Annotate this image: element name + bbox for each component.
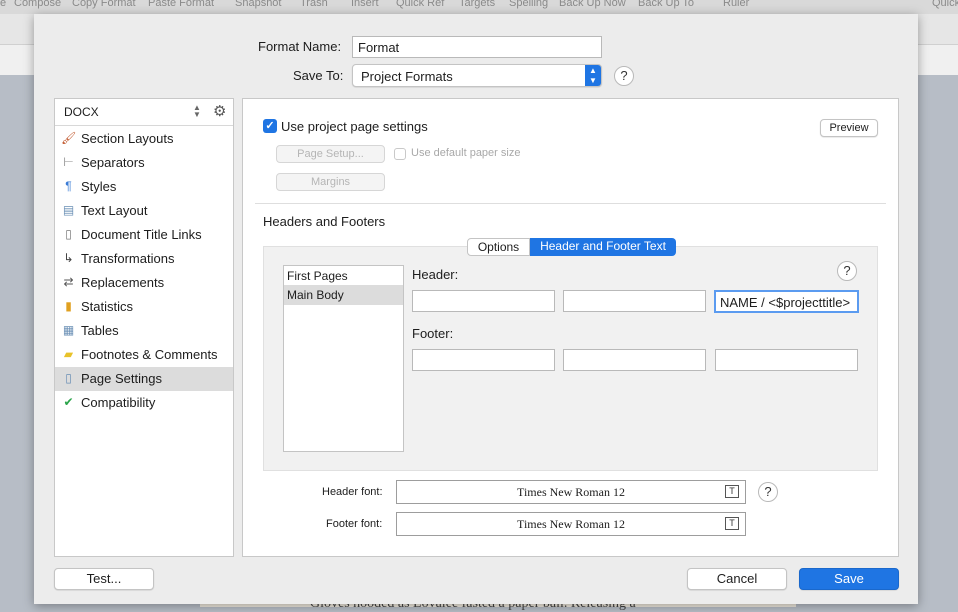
footer-label: Footer: — [412, 326, 454, 341]
background-toolbar: e Compose Copy Format Paste Format Snapshot T… — [0, 0, 958, 14]
pages-list: First Pages Main Body — [283, 265, 404, 452]
cancel-button[interactable]: Cancel — [687, 568, 787, 590]
styles-icon: ¶ — [65, 179, 72, 193]
sidebar-item-label: Styles — [81, 179, 117, 194]
comment-icon: ▰ — [63, 347, 74, 361]
separator-icon: ⊢ — [63, 155, 74, 169]
document-icon: ▯ — [65, 227, 72, 241]
background-toolbar-item: Targets — [459, 0, 496, 9]
sidebar-item-statistics[interactable]: ▮ Statistics — [55, 295, 233, 319]
background-toolbar-item: Back Up To — [638, 0, 695, 9]
save-button[interactable]: Save — [799, 568, 899, 590]
sidebar-item-separators[interactable]: ⊢ Separators — [55, 151, 233, 175]
background-toolbar-item: Compose — [14, 0, 62, 9]
brush-icon: 🖌 — [61, 131, 77, 145]
sidebar-item-label: Document Title Links — [81, 227, 202, 242]
use-project-checkbox[interactable]: ✓ — [263, 119, 277, 133]
format-name-input[interactable]: Format — [352, 36, 602, 58]
background-toolbar-item: Copy Format — [72, 0, 136, 9]
default-paper-label: Use default paper size — [411, 147, 521, 159]
background-toolbar-item: Ruler — [723, 0, 750, 9]
sidebar-item-label: Compatibility — [81, 395, 156, 410]
sidebar-item-replacements[interactable]: ⇄ Replacements — [55, 271, 233, 295]
table-icon: ▦ — [62, 323, 75, 337]
list-item-main-body[interactable]: Main Body — [284, 285, 403, 305]
page-setup-button[interactable]: Page Setup... — [276, 145, 385, 163]
font-picker-icon[interactable]: T — [725, 485, 739, 498]
sidebar-item-text-layout[interactable]: ▤ Text Layout — [55, 199, 233, 223]
transform-icon: ↳ — [63, 251, 74, 265]
help-button-top[interactable]: ? — [614, 66, 634, 86]
chevron-updown-icon: ▲ ▼ — [585, 65, 601, 86]
save-to-popup[interactable]: Project Formats ▲ ▼ — [352, 64, 602, 87]
font-picker-icon[interactable]: T — [725, 517, 739, 530]
test-button[interactable]: Test... — [54, 568, 154, 590]
default-paper-checkbox[interactable] — [394, 148, 406, 160]
header-font-value: Times New Roman 12 — [517, 485, 625, 499]
background-toolbar-item: Quick Ref — [396, 0, 445, 9]
sidebar-item-transformations[interactable]: ↳ Transformations — [55, 247, 233, 271]
compatibility-icon: ✔ — [63, 395, 74, 409]
sidebar-item-label: Transformations — [81, 251, 175, 266]
sidebar-item-compatibility[interactable]: ✔ Compatibility — [55, 391, 233, 415]
use-project-label: Use project page settings — [281, 119, 428, 134]
save-to-label: Save To: — [293, 68, 344, 83]
sidebar-item-tables[interactable]: ▦ Tables — [55, 319, 233, 343]
margins-button[interactable]: Margins — [276, 173, 385, 191]
footer-font-value: Times New Roman 12 — [517, 517, 625, 531]
gear-icon[interactable]: ⚙ — [213, 102, 226, 120]
help-button-header[interactable]: ? — [837, 261, 857, 281]
sidebar: DOCX ▲ ▼ ⚙ 🖌 Section Layouts ⊢ Separators ¶ St… — [54, 98, 234, 557]
header-center-field[interactable] — [563, 290, 706, 312]
header-font-label: Header font: — [322, 486, 383, 498]
bar-chart-icon: ▮ — [65, 299, 72, 313]
text-layout-icon: ▤ — [62, 203, 75, 217]
header-left-field[interactable] — [412, 290, 555, 312]
preview-button[interactable]: Preview — [820, 119, 878, 137]
sidebar-item-section-layouts[interactable]: 🖌 Section Layouts — [55, 127, 233, 151]
background-toolbar-item: e — [0, 0, 7, 9]
sidebar-item-document-title-links[interactable]: ▯ Document Title Links — [55, 223, 233, 247]
format-name-label: Format Name: — [258, 39, 342, 54]
background-toolbar-item: Spelling — [509, 0, 549, 9]
header-font-field[interactable]: Times New Roman 12 T — [396, 480, 746, 504]
background-toolbar-item: Quick — [932, 0, 958, 9]
save-to-value: Project Formats — [361, 69, 453, 84]
chevron-updown-icon: ▲ ▼ — [193, 103, 201, 119]
sidebar-item-label: Replacements — [81, 275, 165, 290]
page-icon: ▯ — [65, 371, 72, 385]
background-toolbar-item: Back Up Now — [559, 0, 626, 9]
header-right-field[interactable]: NAME / <$projecttitle> — [714, 290, 859, 313]
background-toolbar-item: Snapshot — [235, 0, 282, 9]
background-toolbar-item: Insert — [351, 0, 379, 9]
header-label: Header: — [412, 267, 459, 282]
sidebar-item-page-settings[interactable]: ▯ Page Settings — [55, 367, 233, 391]
sidebar-item-label: Text Layout — [81, 203, 148, 218]
list-item-first-pages[interactable]: First Pages — [284, 266, 403, 286]
sidebar-item-label: Separators — [81, 155, 145, 170]
background-toolbar-item: Paste Format — [148, 0, 215, 9]
footer-font-field[interactable]: Times New Roman 12 T — [396, 512, 746, 536]
background-toolbar-item: Trash — [300, 0, 328, 9]
sidebar-item-styles[interactable]: ¶ Styles — [55, 175, 233, 199]
sidebar-item-label: Footnotes & Comments — [81, 347, 218, 362]
replace-icon: ⇄ — [63, 275, 74, 289]
tab-header-footer-text[interactable]: Header and Footer Text — [530, 238, 676, 256]
format-type-popup[interactable]: DOCX ▲ ▼ ⚙ — [55, 99, 233, 126]
sidebar-item-label: Statistics — [81, 299, 134, 314]
sidebar-item-label: Page Settings — [81, 371, 162, 386]
divider — [255, 203, 886, 204]
footer-center-field[interactable] — [563, 349, 706, 371]
sidebar-item-label: Tables — [81, 323, 119, 338]
sidebar-item-label: Section Layouts — [81, 131, 174, 146]
section-title: Headers and Footers — [263, 214, 386, 229]
tab-options[interactable]: Options — [467, 238, 530, 256]
footer-right-field[interactable] — [715, 349, 858, 371]
sidebar-item-footnotes-comments[interactable]: ▰ Footnotes & Comments — [55, 343, 233, 367]
help-button-font[interactable]: ? — [758, 482, 778, 502]
format-type-value: DOCX — [64, 105, 99, 119]
footer-font-label: Footer font: — [326, 518, 383, 530]
footer-left-field[interactable] — [412, 349, 555, 371]
